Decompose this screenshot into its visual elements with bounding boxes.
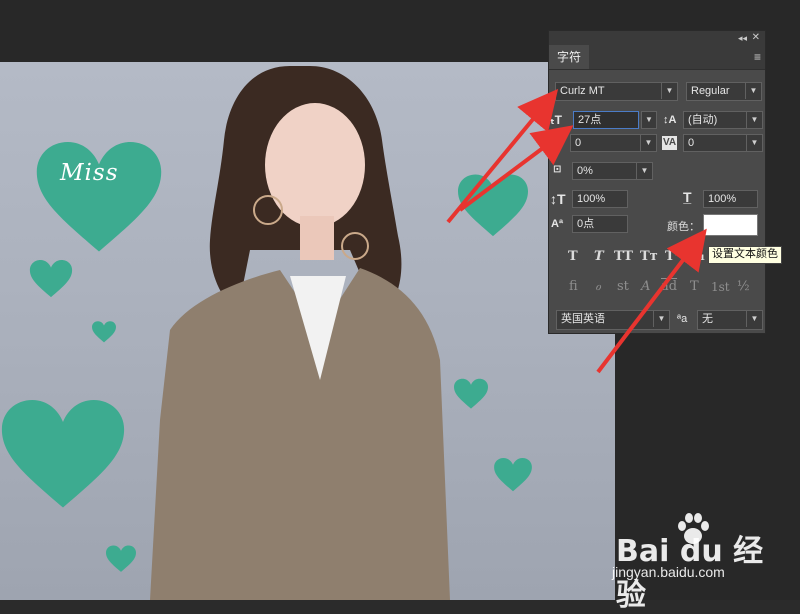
horizontal-scale-icon: T̲ xyxy=(683,189,692,205)
tab-character[interactable]: 字符 xyxy=(549,45,589,69)
collapse-icon[interactable]: ◂◂ xyxy=(738,31,747,45)
kerning-icon: VA xyxy=(550,137,564,148)
portrait-photo xyxy=(150,66,450,600)
superscript-button[interactable]: T¹ xyxy=(665,250,680,264)
vertical-scale-input[interactable]: 100% xyxy=(572,190,628,208)
baseline-shift-icon: Aª xyxy=(551,218,564,230)
color-label: 颜色： xyxy=(667,221,700,233)
heart-shape-right-low xyxy=(494,458,532,492)
old-style-button[interactable]: ℴ xyxy=(595,280,601,294)
chevron-down-icon: ▼ xyxy=(746,311,762,327)
baidu-watermark: Bai du 经验 jingyan.baidu.com xyxy=(612,512,792,613)
kerning-value: 0 xyxy=(575,137,582,149)
subscript-button[interactable]: T₁ xyxy=(690,250,705,264)
chevron-down-icon: ▼ xyxy=(661,83,677,99)
baseline-shift-input[interactable]: 0点 xyxy=(572,215,628,233)
antialias-icon: ªa xyxy=(677,313,688,325)
faux-bold-button[interactable]: T xyxy=(568,250,578,264)
heart-shape-large xyxy=(36,142,162,252)
font-style-dropdown[interactable]: Regular ▼ xyxy=(686,82,762,101)
font-style-value: Regular xyxy=(691,85,730,97)
heart-shape-bottom xyxy=(106,545,136,572)
heart-shape-bottom-left xyxy=(1,400,125,508)
horizontal-scale-value: 100% xyxy=(708,193,737,205)
ligatures-button[interactable]: fi xyxy=(569,280,578,294)
tsume-value: 0% xyxy=(577,165,593,177)
tracking-icon: VA xyxy=(662,136,678,150)
character-panel: ◂◂ ✕ 字符 ≡ xyxy=(548,30,766,334)
heart-shape-tiny-left xyxy=(92,321,116,343)
faux-italic-button[interactable]: T xyxy=(594,250,604,264)
leading-dropdown[interactable]: (自动) ▼ xyxy=(683,111,763,129)
leading-icon: ↕A xyxy=(663,114,677,126)
font-size-value: 27点 xyxy=(578,114,602,126)
antialias-dropdown[interactable]: 无 ▼ xyxy=(697,310,763,330)
text-color-swatch[interactable] xyxy=(703,214,758,236)
document-canvas[interactable]: Miss xyxy=(0,62,615,600)
leading-value: (自动) xyxy=(688,114,718,126)
chevron-down-icon: ▼ xyxy=(746,112,762,128)
text-layer-miss[interactable]: Miss xyxy=(60,160,119,186)
vertical-scale-icon: ↕T xyxy=(550,191,566,207)
tracking-dropdown[interactable]: 0 ▼ xyxy=(683,134,763,152)
panel-titlebar: ◂◂ ✕ xyxy=(549,31,765,45)
horizontal-scale-input[interactable]: 100% xyxy=(703,190,758,208)
fractions-button[interactable]: ½ xyxy=(737,280,750,294)
tooltip: 设置文本颜色 xyxy=(708,246,782,264)
titling-alternates-button[interactable]: T xyxy=(690,280,699,294)
language-value: 英国英语 xyxy=(561,313,605,325)
vertical-scale-value: 100% xyxy=(577,193,606,205)
chevron-down-icon: ▼ xyxy=(640,135,656,151)
font-family-value: Curlz MT xyxy=(560,85,605,97)
watermark-url: jingyan.baidu.com xyxy=(612,564,725,580)
heart-shape-right-top xyxy=(458,174,528,237)
antialias-value: 无 xyxy=(702,313,713,325)
swash-button[interactable]: A xyxy=(641,280,650,294)
chevron-down-icon: ▼ xyxy=(746,135,762,151)
baseline-shift-value: 0点 xyxy=(577,218,595,230)
close-icon[interactable]: ✕ xyxy=(752,31,760,45)
stylistic-alternates-button[interactable]: ad xyxy=(661,280,677,294)
kerning-dropdown[interactable]: 0 ▼ xyxy=(570,134,657,152)
small-caps-button[interactable]: Tт xyxy=(640,250,658,264)
all-caps-button[interactable]: TT xyxy=(614,250,633,264)
font-family-dropdown[interactable]: Curlz MT ▼ xyxy=(555,82,678,101)
heart-shape-small-left xyxy=(29,260,73,298)
tsume-icon: ⊡ xyxy=(553,164,562,175)
font-size-icon: ₜT xyxy=(550,113,562,127)
font-size-input[interactable]: 27点 xyxy=(573,111,639,129)
discretionary-ligatures-button[interactable]: st xyxy=(617,280,629,294)
ordinals-button[interactable]: 1st xyxy=(711,280,730,294)
font-size-chevron-icon[interactable]: ▼ xyxy=(641,111,657,129)
tracking-value: 0 xyxy=(688,137,695,149)
panel-menu-icon[interactable]: ≡ xyxy=(754,51,761,63)
chevron-down-icon: ▼ xyxy=(745,83,761,99)
panel-tabbar: 字符 ≡ xyxy=(549,45,765,70)
tsume-dropdown[interactable]: 0% ▼ xyxy=(572,162,653,180)
heart-shape-right-mid xyxy=(454,378,488,409)
chevron-down-icon: ▼ xyxy=(653,311,669,327)
language-dropdown[interactable]: 英国英语 ▼ xyxy=(556,310,670,330)
chevron-down-icon: ▼ xyxy=(636,163,652,179)
